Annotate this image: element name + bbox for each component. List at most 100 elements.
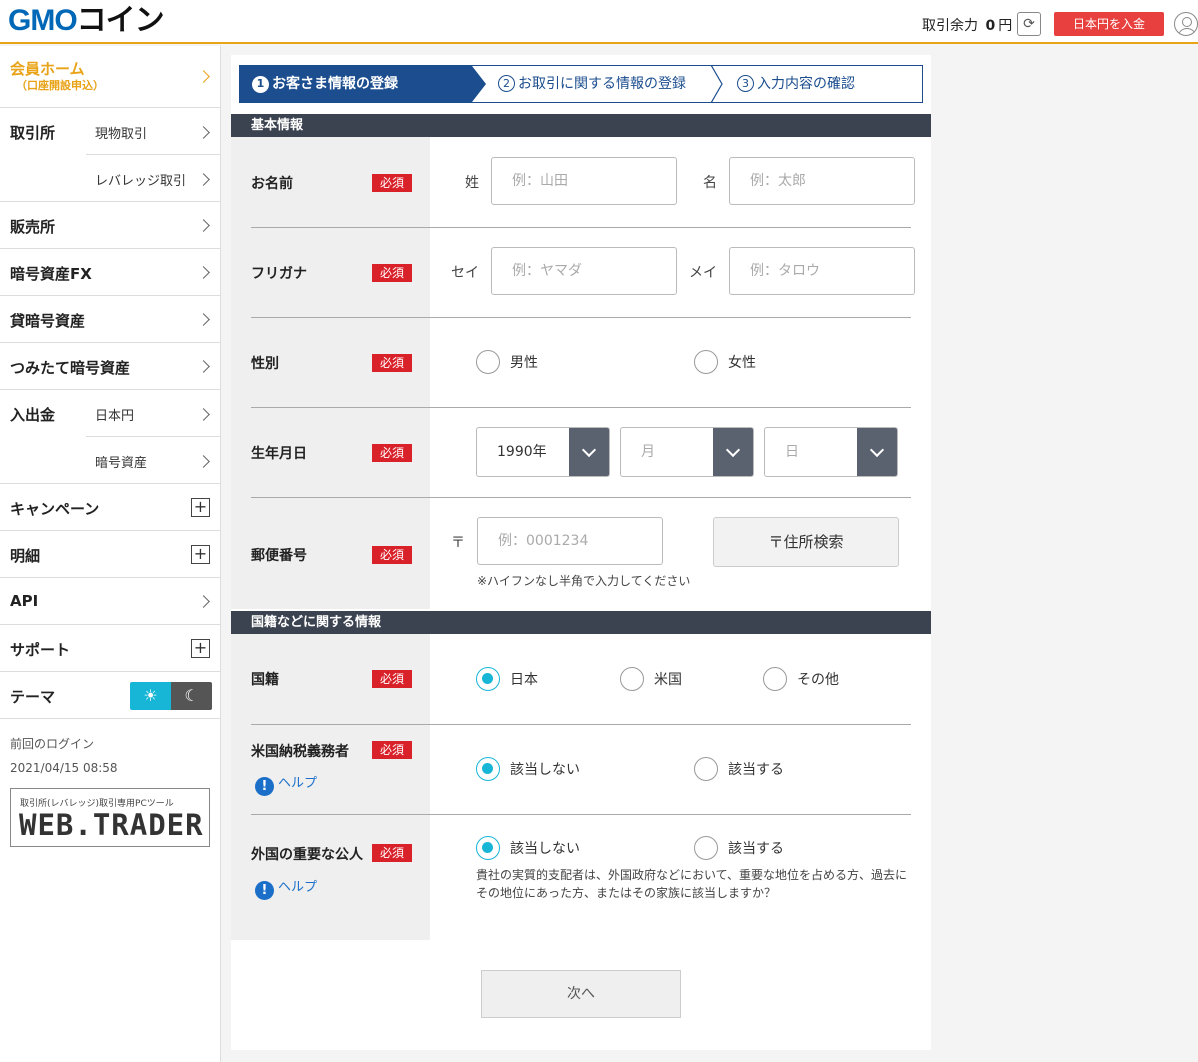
sidebar-item-label: サポート — [10, 641, 71, 659]
required-badge: 必須 — [372, 546, 412, 564]
gender-male-label[interactable]: 男性 — [510, 352, 538, 372]
nationality-japan-label[interactable]: 日本 — [510, 669, 538, 689]
us-tax-yes-radio[interactable] — [694, 757, 718, 781]
balance: 取引余力 0円 — [922, 15, 1012, 35]
peps-yes-label[interactable]: 該当する — [728, 838, 784, 858]
chevron-right-icon — [197, 360, 210, 373]
first-kana-input[interactable]: 例：タロウ — [729, 247, 915, 295]
sidebar-item-label: 貸暗号資産 — [10, 312, 86, 330]
nationality-us-label[interactable]: 米国 — [654, 669, 682, 689]
chevron-right-icon — [197, 595, 210, 608]
field-label: 郵便番号 — [251, 548, 307, 564]
step-number: 1 — [252, 76, 269, 93]
required-badge: 必須 — [372, 444, 412, 462]
sidebar-item-lending[interactable]: 貸暗号資産 — [0, 296, 220, 343]
info-icon: ! — [255, 881, 274, 900]
field-label: 国籍 — [251, 672, 279, 688]
sidebar-item-sales[interactable]: 販売所 — [0, 202, 220, 249]
sidebar-item-label: 取引所 — [10, 124, 56, 142]
refresh-icon[interactable]: ⟳ — [1017, 12, 1041, 36]
help-link[interactable]: ! ヘルプ — [255, 772, 317, 796]
section-basic-info: 基本情報 — [231, 114, 931, 137]
last-kana-label: セイ — [451, 265, 479, 281]
nationality-other-label[interactable]: その他 — [797, 669, 839, 689]
step-3: 3 入力内容の確認 — [737, 66, 855, 102]
sidebar-item-label: 販売所 — [10, 218, 56, 236]
birth-month-value: 月 — [641, 444, 655, 460]
address-search-button[interactable]: 〒住所検索 — [713, 517, 899, 567]
required-badge: 必須 — [372, 741, 412, 759]
registration-form: 1 お客さま情報の登録 2 お取引に関する情報の登録 3 入力内容の確認 基本情報 お… — [231, 55, 931, 1050]
sidebar-item-api[interactable]: API — [0, 578, 220, 625]
birth-day-value: 日 — [785, 444, 799, 460]
first-kana-label: メイ — [689, 265, 717, 281]
required-badge: 必須 — [372, 264, 412, 282]
peps-note-line1: 貴社の実質的支配者は、外国政府などにおいて、重要な地位を占める方、過去に — [476, 868, 908, 882]
user-icon[interactable] — [1174, 12, 1198, 36]
progress-steps: 1 お客さま情報の登録 2 お取引に関する情報の登録 3 入力内容の確認 — [239, 65, 923, 103]
nationality-japan-radio[interactable] — [476, 667, 500, 691]
required-badge: 必須 — [372, 670, 412, 688]
gmo-coin-logo[interactable]: GMOコイン — [8, 6, 165, 36]
sidebar-item-label: レバレッジ取引 — [95, 174, 187, 189]
webtrader-logo: WEB.TRADER — [19, 808, 204, 842]
plus-icon: + — [191, 545, 210, 564]
peps-note-line2: その地位にあった方、またはその家族に該当しますか？ — [476, 886, 777, 900]
birth-day-select[interactable]: 日 — [764, 427, 898, 477]
peps-no-label[interactable]: 該当しない — [510, 838, 580, 858]
row-gender: 性別 必須 男性 女性 — [231, 317, 931, 407]
info-icon: ! — [255, 777, 274, 796]
row-postal: 郵便番号 必須 〒 例：0001234 〒住所検索 ※ハイフンなし半角で入力して… — [231, 497, 931, 609]
webtrader-banner[interactable]: 取引所(レバレッジ)取引専用PCツール WEB.TRADER — [10, 788, 210, 847]
sidebar-item-campaign[interactable]: キャンペーン + — [0, 484, 220, 531]
step-1: 1 お客さま情報の登録 — [240, 66, 486, 102]
gender-female-label[interactable]: 女性 — [728, 352, 756, 372]
nationality-us-radio[interactable] — [620, 667, 644, 691]
row-kana: フリガナ 必須 セイ 例：ヤマダ メイ 例：タロウ — [231, 227, 931, 317]
sun-icon[interactable]: ☀ — [130, 682, 171, 710]
sidebar-item-label: 日本円 — [95, 409, 135, 424]
birth-month-select[interactable]: 月 — [620, 427, 754, 477]
last-login-label: 前回のログイン — [10, 737, 95, 751]
sidebar-item-tsumitate[interactable]: つみたて暗号資産 — [0, 343, 220, 390]
last-name-label: 姓 — [465, 175, 479, 191]
peps-no-radio[interactable] — [476, 836, 500, 860]
sidebar-item-label: API — [10, 592, 39, 610]
next-button[interactable]: 次へ — [481, 970, 681, 1018]
step-label: 入力内容の確認 — [757, 76, 855, 92]
last-name-input[interactable]: 例：山田 — [491, 157, 677, 205]
step-label: お客さま情報の登録 — [272, 76, 398, 92]
row-birthdate: 生年月日 必須 1990年 月 日 — [231, 407, 931, 497]
postal-note: ※ハイフンなし半角で入力してください — [477, 574, 691, 588]
sidebar-item-home[interactable]: 会員ホーム （口座開設申込） — [0, 46, 220, 108]
row-us-tax: 米国納税義務者 必須 ! ヘルプ 該当しない 該当する — [231, 724, 931, 814]
nationality-other-radio[interactable] — [763, 667, 787, 691]
deposit-jpy-button[interactable]: 日本円を入金 — [1054, 12, 1164, 36]
last-kana-input[interactable]: 例：ヤマダ — [491, 247, 677, 295]
sidebar-item-sublabel: （口座開設申込） — [16, 79, 104, 92]
sidebar-item-statement[interactable]: 明細 + — [0, 531, 220, 578]
gender-female-radio[interactable] — [694, 350, 718, 374]
chevron-right-icon — [197, 173, 210, 186]
gender-male-radio[interactable] — [476, 350, 500, 374]
us-tax-no-label[interactable]: 該当しない — [510, 759, 580, 779]
required-badge: 必須 — [372, 844, 412, 862]
chevron-right-icon — [197, 219, 210, 232]
theme-toggle[interactable]: ☀ ☾ — [130, 682, 212, 710]
us-tax-no-radio[interactable] — [476, 757, 500, 781]
sidebar-item-crypto-fx[interactable]: 暗号資産FX — [0, 249, 220, 296]
sidebar-item-label: 現物取引 — [95, 127, 148, 142]
birth-year-select[interactable]: 1990年 — [476, 427, 610, 477]
field-label: 性別 — [251, 356, 279, 372]
help-link[interactable]: ! ヘルプ — [255, 876, 317, 900]
chevron-right-icon — [197, 126, 210, 139]
us-tax-yes-label[interactable]: 該当する — [728, 759, 784, 779]
peps-yes-radio[interactable] — [694, 836, 718, 860]
postal-code-input[interactable]: 例：0001234 — [477, 517, 663, 565]
first-name-input[interactable]: 例：太郎 — [729, 157, 915, 205]
sidebar-item-label: 暗号資産FX — [10, 265, 92, 283]
moon-icon[interactable]: ☾ — [171, 682, 212, 710]
sidebar-item-support[interactable]: サポート + — [0, 625, 220, 672]
sidebar-item-theme: テーマ ☀ ☾ — [0, 672, 220, 719]
balance-label: 取引余力 — [922, 18, 978, 34]
